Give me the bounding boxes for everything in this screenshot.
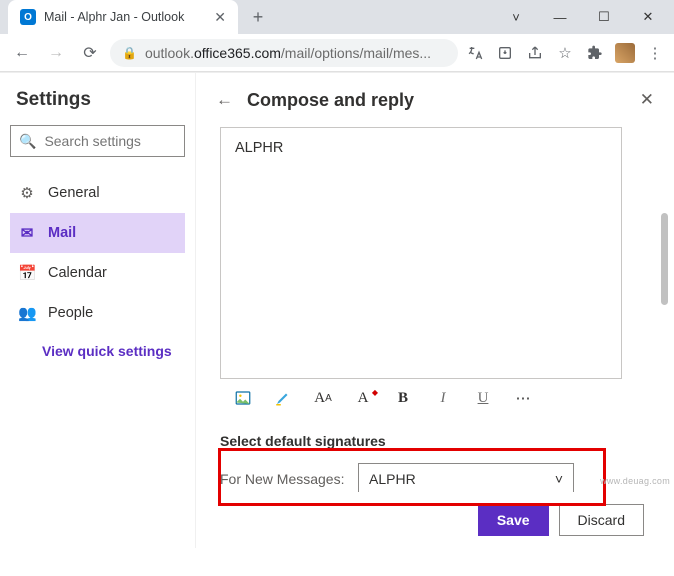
caret-down-icon[interactable]: ˅ — [494, 3, 538, 31]
new-messages-label: For New Messages: — [220, 471, 348, 487]
sidebar-item-label: Calendar — [48, 265, 107, 281]
search-settings-input[interactable] — [44, 133, 176, 149]
view-quick-settings-link[interactable]: View quick settings — [10, 333, 185, 359]
browser-tab[interactable]: O Mail - Alphr Jan - Outlook ✕ — [8, 0, 238, 34]
calendar-icon: 📅 — [18, 264, 36, 282]
sidebar-item-label: Mail — [48, 225, 76, 241]
sidebar-item-calendar[interactable]: 📅 Calendar — [10, 253, 185, 293]
font-color-icon[interactable]: A◆ — [354, 390, 372, 407]
insert-image-icon[interactable] — [234, 389, 252, 407]
translate-icon[interactable] — [464, 42, 486, 64]
nav-reload-button[interactable]: ⟳ — [76, 39, 104, 67]
new-messages-select[interactable]: ALPHR ˅ — [358, 463, 574, 492]
font-size-icon[interactable]: AA — [314, 390, 332, 407]
search-icon: 🔍 — [19, 133, 36, 150]
url-input[interactable]: 🔒 outlook.office365.com/mail/options/mai… — [110, 39, 458, 67]
bookmark-star-icon[interactable]: ☆ — [554, 42, 576, 64]
profile-avatar[interactable] — [614, 42, 636, 64]
signature-editor[interactable]: ALPHR — [220, 127, 622, 379]
sidebar-item-label: General — [48, 185, 100, 201]
back-arrow-icon[interactable]: ← — [216, 90, 233, 110]
underline-button[interactable]: U — [474, 390, 492, 407]
install-icon[interactable] — [494, 42, 516, 64]
discard-button[interactable]: Discard — [559, 504, 644, 536]
save-button[interactable]: Save — [478, 504, 549, 536]
mail-icon: ✉ — [18, 224, 36, 242]
tab-bar: O Mail - Alphr Jan - Outlook ✕ + ˅ — ☐ ✕ — [0, 0, 674, 34]
settings-title: Settings — [16, 89, 185, 111]
more-formatting-icon[interactable]: ⋯ — [514, 389, 532, 407]
tab-close-icon[interactable]: ✕ — [214, 9, 226, 26]
browser-menu-icon[interactable]: ⋮ — [644, 42, 666, 64]
lock-icon: 🔒 — [122, 46, 137, 60]
new-messages-row: For New Messages: ALPHR ˅ — [220, 463, 646, 492]
settings-sidebar: Settings 🔍 ⚙ General ✉ Mail 📅 Calendar 👥… — [0, 73, 196, 548]
share-icon[interactable] — [524, 42, 546, 64]
scrollbar-thumb[interactable] — [661, 213, 668, 305]
settings-nav: ⚙ General ✉ Mail 📅 Calendar 👥 People — [10, 173, 185, 333]
url-text: outlook.office365.com/mail/options/mail/… — [145, 45, 431, 61]
settings-main: ← Compose and reply ✕ ALPHR AA A◆ B I U … — [196, 73, 674, 548]
default-signatures-heading: Select default signatures — [220, 433, 646, 449]
editor-text: ALPHR — [235, 140, 283, 156]
sidebar-item-people[interactable]: 👥 People — [10, 293, 185, 333]
sidebar-item-label: People — [48, 305, 93, 321]
main-header: ← Compose and reply ✕ — [196, 73, 674, 127]
vertical-scrollbar[interactable] — [661, 173, 671, 533]
people-icon: 👥 — [18, 304, 36, 322]
select-value: ALPHR — [369, 471, 416, 487]
main-content: ALPHR AA A◆ B I U ⋯ Select default signa… — [196, 127, 674, 492]
italic-button[interactable]: I — [434, 390, 452, 407]
nav-forward-button: → — [42, 39, 70, 67]
page-title: Compose and reply — [247, 90, 414, 111]
sidebar-item-mail[interactable]: ✉ Mail — [10, 213, 185, 253]
extensions-puzzle-icon[interactable] — [584, 42, 606, 64]
address-bar: ← → ⟳ 🔒 outlook.office365.com/mail/optio… — [0, 34, 674, 72]
editor-toolbar: AA A◆ B I U ⋯ — [220, 379, 646, 411]
bold-button[interactable]: B — [394, 390, 412, 407]
close-icon[interactable]: ✕ — [640, 90, 654, 110]
chevron-down-icon: ˅ — [555, 471, 563, 487]
outlook-favicon: O — [20, 9, 36, 25]
nav-back-button[interactable]: ← — [8, 39, 36, 67]
new-tab-button[interactable]: + — [244, 3, 272, 31]
panel-footer: Save Discard — [196, 492, 674, 548]
tab-title: Mail - Alphr Jan - Outlook — [44, 10, 184, 24]
toolbar-extensions: ☆ ⋮ — [464, 42, 666, 64]
window-maximize-icon[interactable]: ☐ — [582, 3, 626, 31]
search-settings-box[interactable]: 🔍 — [10, 125, 185, 157]
gear-icon: ⚙ — [18, 184, 36, 202]
window-minimize-icon[interactable]: — — [538, 3, 582, 31]
sidebar-item-general[interactable]: ⚙ General — [10, 173, 185, 213]
window-close-icon[interactable]: ✕ — [626, 3, 670, 31]
settings-panel: Settings 🔍 ⚙ General ✉ Mail 📅 Calendar 👥… — [0, 72, 674, 548]
highlighter-icon[interactable] — [274, 389, 292, 407]
